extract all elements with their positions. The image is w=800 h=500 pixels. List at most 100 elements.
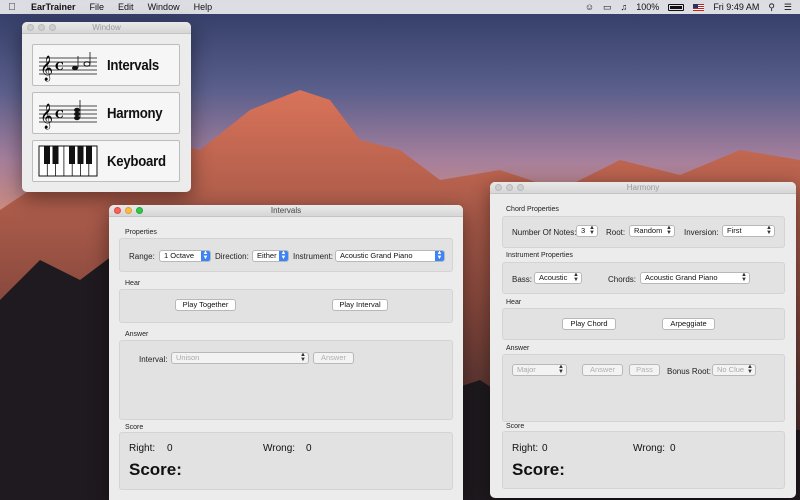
stepper-arrows-icon[interactable]: ▲ ▼ [589,226,595,236]
apple-icon[interactable]:  [0,2,24,13]
battery-percent: 100% [636,2,660,12]
play-interval-button[interactable]: Play Interval [332,299,388,311]
answer-button[interactable]: Answer [313,352,354,364]
harmony-launch-button[interactable]: 𝄞 C Harmony [32,92,180,134]
right-label: Right: [512,443,539,454]
zoom-icon[interactable] [136,207,143,214]
pass-button[interactable]: Pass [629,364,660,376]
inversion-value: First [727,226,742,235]
bass-value: Acoustic [539,273,568,282]
score-section-title: Score [125,424,144,431]
instrument-label: Instrument: [293,252,334,261]
range-value: 1 Octave [164,251,195,260]
answer-section-title: Answer [506,345,530,352]
root-label: Root: [606,228,626,237]
harmony-titlebar[interactable]: Harmony [490,182,796,194]
harmony-title: Harmony [626,182,660,192]
bass-select[interactable]: Acoustic ▲ ▼ [534,272,582,284]
number-of-notes-stepper[interactable]: 3 ▲ ▼ [576,225,598,237]
instrument-value: Acoustic Grand Piano [340,251,413,260]
root-value: Random [634,226,663,235]
wrong-label: Wrong: [633,443,666,454]
spotlight-search-icon[interactable]: ⚲ [768,2,775,13]
staff-chord-icon: 𝄞 C [39,100,97,129]
hear-section-title: Hear [506,299,522,306]
score-label: Score: [129,460,182,479]
airplay-icon[interactable]: ▭ [603,2,612,13]
intervals-launch-button[interactable]: 𝄞 C Intervals [32,44,180,86]
score-section-title: Score [506,423,525,430]
chord-properties-title: Chord Properties [506,206,559,213]
notification-center-icon[interactable]: ☰ [784,2,792,13]
bonus-root-select[interactable]: No Clue ▲ ▼ [712,364,756,376]
score-label: Score: [512,460,565,479]
wrong-count: 0 [306,443,312,454]
menu-window[interactable]: Window [141,0,187,14]
wrong-count: 0 [670,443,676,454]
minimize-icon[interactable] [506,184,513,191]
chevron-updown-icon: ▲ ▼ [201,250,210,261]
interval-value: Unison [176,353,200,362]
close-icon[interactable] [114,207,121,214]
range-select[interactable]: 1 Octave ▲ ▼ [159,250,211,262]
piano-keys-icon [38,145,98,177]
menu-file[interactable]: File [83,0,112,14]
harmony-launch-label: Harmony [107,104,163,122]
chord-quality-select[interactable]: Major ▲ ▼ [512,364,567,376]
root-select[interactable]: Random ▲ ▼ [629,225,675,237]
minimize-icon[interactable] [125,207,132,214]
harmony-window: Harmony Chord Properties Number Of Notes… [490,182,796,498]
bonus-root-value: No Clue [717,365,745,374]
chevron-updown-icon: ▲ ▼ [573,272,579,283]
close-icon[interactable] [495,184,502,191]
intervals-title: Intervals [270,205,302,215]
keyboard-launch-button[interactable]: Keyboard [32,140,180,182]
chords-value: Acoustic Grand Piano [645,273,718,282]
instrument-properties-title: Instrument Properties [506,252,573,259]
battery-icon[interactable] [668,3,685,11]
right-count: 0 [542,443,548,454]
play-chord-button[interactable]: Play Chord [562,318,616,330]
wrong-label: Wrong: [263,443,296,454]
intervals-launch-label: Intervals [107,56,159,74]
menu-help[interactable]: Help [187,0,220,14]
zoom-icon[interactable] [49,24,56,31]
arpeggiate-button[interactable]: Arpeggiate [662,318,715,330]
chevron-updown-icon: ▲ ▼ [558,364,564,375]
play-together-button[interactable]: Play Together [175,299,236,311]
hear-box [119,289,453,323]
svg-text:C: C [55,108,64,121]
close-icon[interactable] [27,24,34,31]
direction-select[interactable]: Either ▲ ▼ [252,250,289,262]
hear-section-title: Hear [125,280,141,287]
launcher-titlebar[interactable]: Window [22,22,191,34]
chords-label: Chords: [608,275,637,284]
svg-text:𝄞: 𝄞 [40,55,53,81]
direction-value: Either [257,251,277,260]
zoom-icon[interactable] [517,184,524,191]
launcher-window: Window 𝄞 C Intervals 𝄞 C Harmony Keyboar… [22,22,191,192]
volume-icon[interactable]: ♫ [621,2,628,12]
answer-button[interactable]: Answer [582,364,623,376]
instrument-select[interactable]: Acoustic Grand Piano ▲ ▼ [335,250,445,262]
wifi-icon[interactable]: ☺ [585,2,594,12]
input-source-flag-icon[interactable] [693,3,705,11]
properties-section-title: Properties [125,229,157,236]
interval-label: Interval: [139,355,168,364]
answer-section-title: Answer [125,331,149,338]
chords-select[interactable]: Acoustic Grand Piano ▲ ▼ [640,272,750,284]
hear-box [502,308,785,340]
minimize-icon[interactable] [38,24,45,31]
svg-text:𝄞: 𝄞 [40,103,53,129]
chevron-updown-icon: ▲ ▼ [666,225,672,236]
chevron-updown-icon: ▲ ▼ [741,272,747,283]
menu-clock[interactable]: Fri 9:49 AM [713,2,759,12]
chevron-updown-icon: ▲ ▼ [435,250,444,261]
intervals-titlebar[interactable]: Intervals [109,205,463,217]
chevron-updown-icon: ▲ ▼ [747,364,753,375]
range-label: Range: [129,252,155,261]
menu-edit[interactable]: Edit [111,0,141,14]
interval-select[interactable]: Unison ▲ ▼ [171,352,309,364]
inversion-select[interactable]: First ▲ ▼ [722,225,775,237]
menu-app-name[interactable]: EarTrainer [24,0,83,14]
